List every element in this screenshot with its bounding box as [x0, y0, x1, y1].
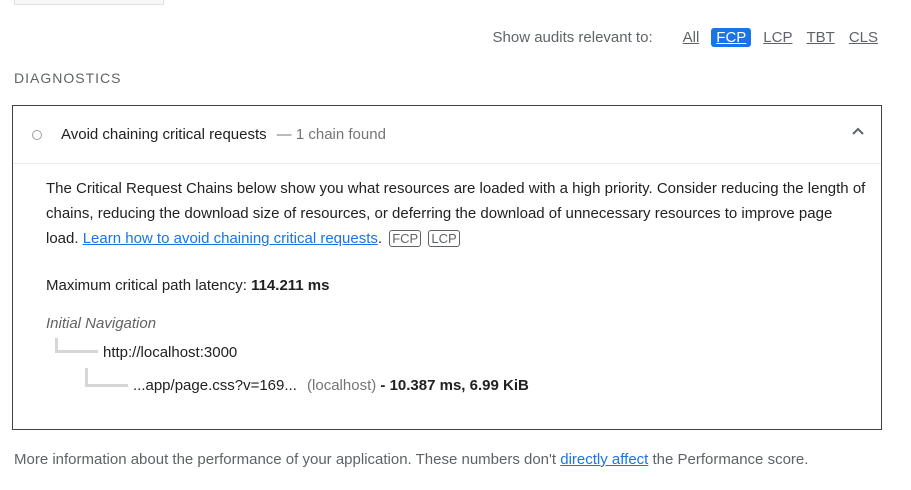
badge-fcp: FCP: [389, 230, 422, 247]
resource-metrics: - 10.387 ms, 6.99 KiB: [380, 377, 529, 394]
latency-label: Maximum critical path latency:: [46, 277, 247, 294]
latency-value: 114.211 ms: [251, 277, 330, 294]
tree-node-url: http://localhost:3000: [103, 344, 238, 361]
badge-lcp: LCP: [428, 230, 460, 247]
filter-label: Show audits relevant to:: [492, 29, 653, 46]
audit-card: Avoid chaining critical requests — 1 cha…: [12, 105, 882, 430]
filter-tbt[interactable]: TBT: [804, 28, 836, 47]
resource-host: (localhost): [307, 377, 377, 394]
directly-affect-link[interactable]: directly affect: [560, 451, 648, 468]
audit-filter-bar: Show audits relevant to: All FCP LCP TBT…: [493, 28, 880, 47]
filter-all[interactable]: All: [681, 28, 702, 47]
tree-connector: [55, 338, 98, 353]
audit-display-value: — 1 chain found: [276, 126, 386, 143]
tree-root-label: Initial Navigation: [46, 315, 157, 332]
audit-title: Avoid chaining critical requests: [61, 126, 267, 143]
chevron-up-icon[interactable]: [851, 124, 865, 138]
audit-description: The Critical Request Chains below show y…: [46, 180, 866, 247]
section-title: DIAGNOSTICS: [14, 70, 122, 86]
footer-text-before: More information about the performance o…: [14, 451, 561, 468]
filter-lcp[interactable]: LCP: [761, 28, 794, 47]
status-circle-icon: [32, 129, 42, 140]
tree-connector: [85, 368, 128, 387]
footer-text-after: the Performance score.: [648, 451, 809, 468]
resource-url: ...app/page.css?v=169...: [133, 377, 297, 394]
filter-cls[interactable]: CLS: [847, 28, 880, 47]
scrolled-panel-edge: [14, 0, 164, 5]
section-footer: More information about the performance o…: [14, 451, 808, 468]
latency-summary: Maximum critical path latency: 114.211 m…: [46, 277, 330, 294]
tree-node-resource: ...app/page.css?v=169... (localhost) - 1…: [133, 377, 529, 394]
filter-fcp[interactable]: FCP: [711, 28, 752, 47]
learn-more-link[interactable]: Learn how to avoid chaining critical req…: [83, 230, 378, 247]
audit-header[interactable]: Avoid chaining critical requests — 1 cha…: [13, 106, 881, 164]
